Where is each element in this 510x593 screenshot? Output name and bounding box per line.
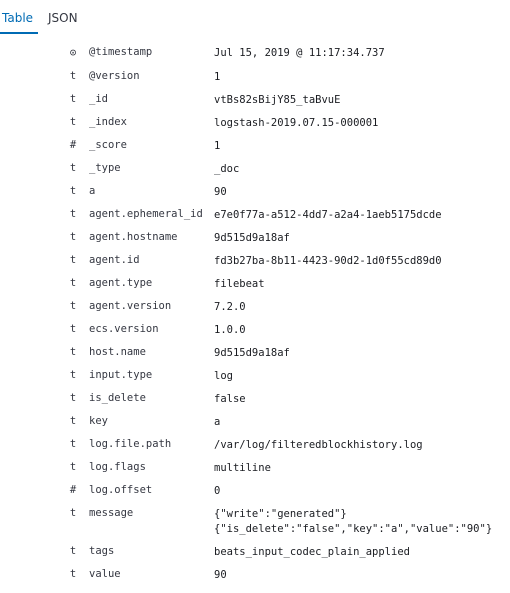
field-name: agent.version bbox=[89, 300, 172, 312]
string-type-icon: t bbox=[69, 369, 77, 381]
field-value: 1 bbox=[214, 140, 221, 152]
field-name: value bbox=[89, 568, 121, 580]
field-name: @timestamp bbox=[89, 46, 153, 58]
number-type-icon: # bbox=[69, 484, 77, 496]
field-value: fd3b27ba-8b11-4423-90d2-1d0f55cd89d0 bbox=[214, 255, 442, 267]
string-type-icon: t bbox=[69, 116, 77, 128]
field-name: _id bbox=[89, 93, 108, 105]
string-type-icon: t bbox=[69, 507, 77, 519]
string-type-icon: t bbox=[69, 208, 77, 220]
field-name: key bbox=[89, 415, 108, 427]
field-name: tags bbox=[89, 545, 115, 557]
field-name: _index bbox=[89, 116, 127, 128]
string-type-icon: t bbox=[69, 323, 77, 335]
field-value: filebeat bbox=[214, 278, 265, 290]
field-name: host.name bbox=[89, 346, 146, 358]
field-value: 1 bbox=[214, 71, 221, 83]
field-value: {"write":"generated"} {"is_delete":"fals… bbox=[214, 508, 493, 535]
tab-table[interactable]: Table bbox=[0, 10, 38, 34]
field-name: _type bbox=[89, 162, 121, 174]
string-type-icon: t bbox=[69, 162, 77, 174]
field-value: Jul 15, 2019 @ 11:17:34.737 bbox=[214, 47, 385, 59]
string-type-icon: t bbox=[69, 277, 77, 289]
field-value: 90 bbox=[214, 569, 227, 581]
field-value: 90 bbox=[214, 186, 227, 198]
field-name: agent.ephemeral_id bbox=[89, 208, 203, 220]
string-type-icon: t bbox=[69, 185, 77, 197]
field-name: _score bbox=[89, 139, 127, 151]
string-type-icon: t bbox=[69, 415, 77, 427]
string-type-icon: t bbox=[69, 461, 77, 473]
string-type-icon: t bbox=[69, 70, 77, 82]
field-name: input.type bbox=[89, 369, 153, 381]
field-value: 1.0.0 bbox=[214, 324, 246, 336]
field-name: log.offset bbox=[89, 484, 153, 496]
field-value: 9d515d9a18af bbox=[214, 232, 290, 244]
field-value: false bbox=[214, 393, 246, 405]
field-name: agent.type bbox=[89, 277, 153, 289]
number-type-icon: # bbox=[69, 139, 77, 151]
field-name: message bbox=[89, 507, 134, 519]
field-value: /var/log/filteredblockhistory.log bbox=[214, 439, 423, 451]
string-type-icon: t bbox=[69, 346, 77, 358]
field-value: e7e0f77a-a512-4dd7-a2a4-1aeb5175dcde bbox=[214, 209, 442, 221]
field-name: agent.id bbox=[89, 254, 140, 266]
field-value: 7.2.0 bbox=[214, 301, 246, 313]
doc-view-tabs: Table JSON bbox=[0, 0, 510, 34]
field-value: log bbox=[214, 370, 233, 382]
field-value: logstash-2019.07.15-000001 bbox=[214, 117, 379, 129]
string-type-icon: t bbox=[69, 438, 77, 450]
field-value: a bbox=[214, 416, 221, 428]
field-name: agent.hostname bbox=[89, 231, 178, 243]
field-value: vtBs82sBijY85_taBvuE bbox=[214, 94, 341, 106]
string-type-icon: t bbox=[69, 300, 77, 312]
string-type-icon: t bbox=[69, 254, 77, 266]
string-type-icon: t bbox=[69, 93, 77, 105]
field-name: log.file.path bbox=[89, 438, 172, 450]
tab-json[interactable]: JSON bbox=[48, 10, 88, 34]
string-type-icon: t bbox=[69, 231, 77, 243]
string-type-icon: t bbox=[69, 568, 77, 580]
clock-icon: ⊙ bbox=[69, 46, 77, 59]
field-name: is_delete bbox=[89, 392, 146, 404]
field-name: a bbox=[89, 185, 96, 197]
string-type-icon: t bbox=[69, 392, 77, 404]
field-value: beats_input_codec_plain_applied bbox=[214, 546, 410, 558]
string-type-icon: t bbox=[69, 545, 77, 557]
field-name: log.flags bbox=[89, 461, 146, 473]
field-name: @version bbox=[89, 70, 140, 82]
field-value: 0 bbox=[214, 485, 221, 497]
field-name: ecs.version bbox=[89, 323, 159, 335]
field-value: 9d515d9a18af bbox=[214, 347, 290, 359]
field-value: _doc bbox=[214, 163, 240, 175]
field-value: multiline bbox=[214, 462, 271, 474]
